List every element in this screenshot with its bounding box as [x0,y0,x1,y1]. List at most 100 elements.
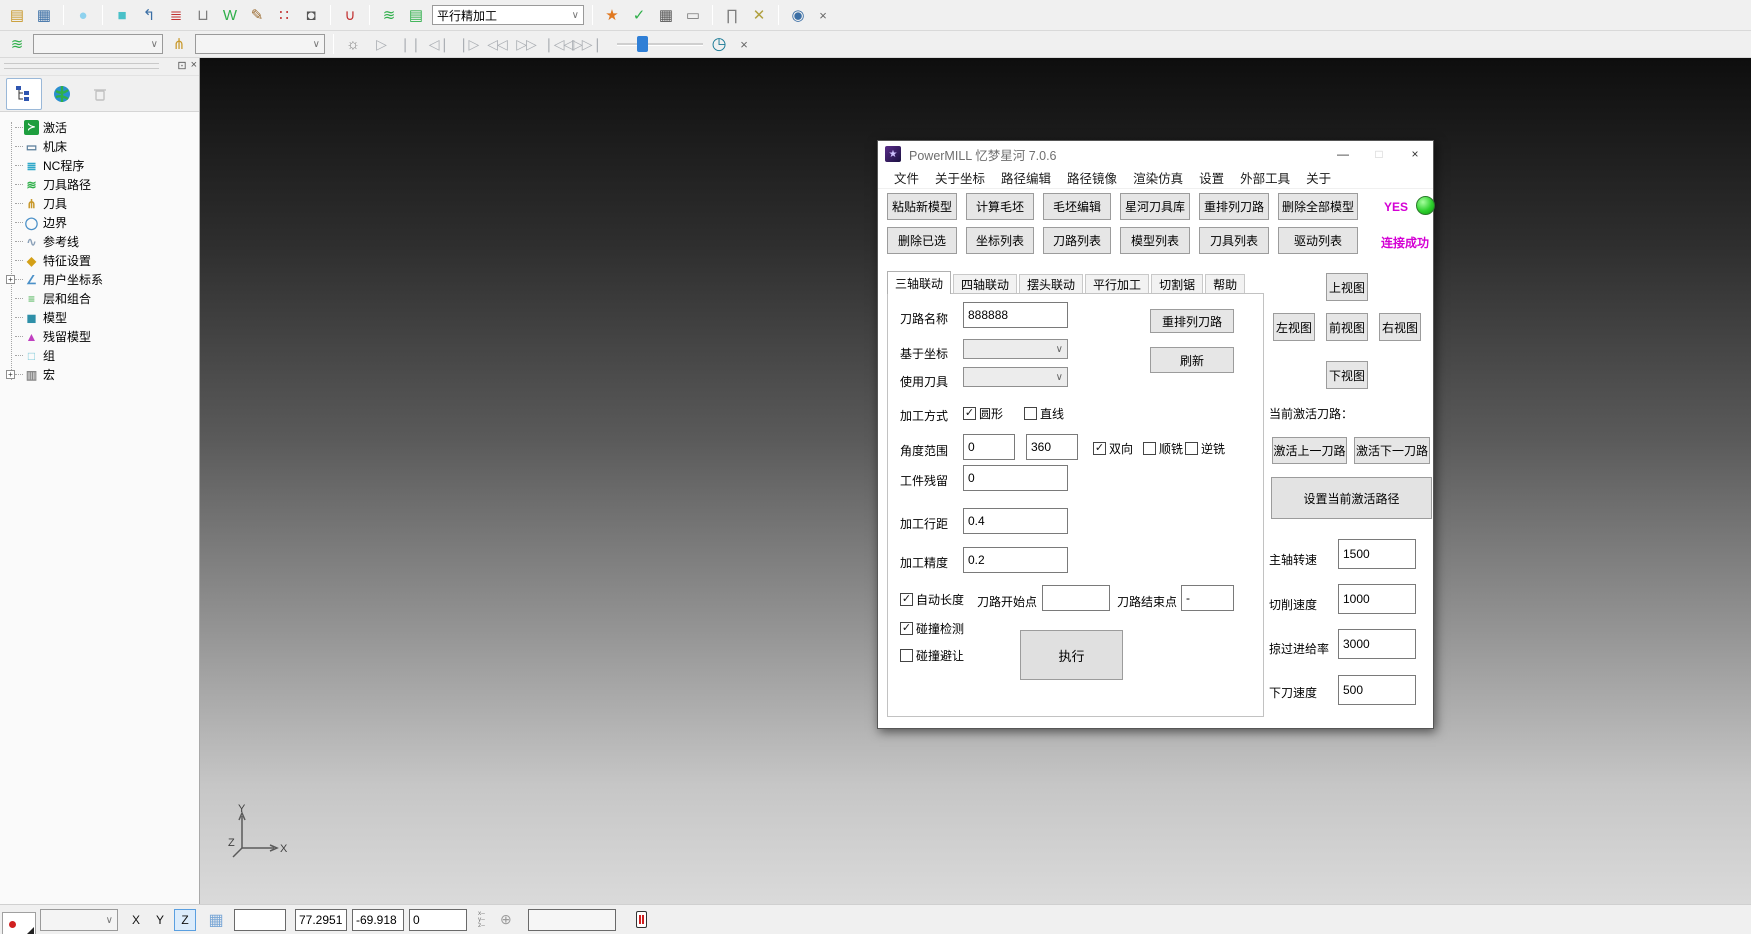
spindle-speed-input[interactable] [1338,539,1416,569]
toolholder-icon[interactable]: W [219,4,241,26]
machining-strategy-combo[interactable]: 平行精加工 ∨ [432,5,584,25]
block-icon[interactable]: ■ [111,4,133,26]
cursor-y-field[interactable]: -69.918 [352,909,404,931]
menu-about[interactable]: 关于 [1298,168,1339,187]
pause-icon[interactable]: ❘❘ [398,36,422,53]
save-icon[interactable]: ▦ [33,4,55,26]
bidirectional-checkbox[interactable]: ✓ 双向 [1093,440,1133,457]
ncprogram-lines-icon[interactable]: ≣ [165,4,187,26]
stock-remain-input[interactable] [963,465,1068,491]
toolpath-list-icon[interactable]: ▤ [405,4,427,26]
tree-item-toolpaths[interactable]: ≋ 刀具路径 [4,175,199,194]
tool-icon[interactable]: ⋔ [168,33,190,55]
expand-icon[interactable]: + [6,370,15,379]
close-panel-icon[interactable]: × [191,59,197,72]
model-list-button[interactable]: 模型列表 [1120,227,1190,254]
tolerance-input[interactable] [963,547,1068,573]
tool-ball-icon[interactable]: ⊔ [192,4,214,26]
clock-icon[interactable]: ◷ [708,33,730,55]
tree-item-machine[interactable]: ▭ 机床 [4,137,199,156]
activate-next-toolpath-button[interactable]: 激活下一刀路 [1354,437,1430,464]
slider-handle[interactable] [637,36,648,52]
calculator-icon[interactable]: ▦ [655,4,677,26]
tool-combo[interactable]: ∨ [195,34,325,54]
clipboard-icon[interactable] [636,911,647,928]
left-view-button[interactable]: 左视图 [1273,313,1315,341]
cutting-speed-input[interactable] [1338,584,1416,614]
toolpath-name-input[interactable] [963,302,1068,328]
cursor-x-field[interactable]: 77.2951 [295,909,347,931]
conventional-mill-checkbox[interactable]: 逆铣 [1185,440,1225,457]
toolpath-combo[interactable]: ∨ [33,34,163,54]
coord-base-combo[interactable]: ∨ [963,339,1068,359]
tree-item-boundaries[interactable]: ◯ 边界 [4,213,199,232]
cross-tools-icon[interactable]: ✕ [748,4,770,26]
axis-z-button[interactable]: Z [174,909,196,931]
angle-end-input[interactable] [1026,434,1078,460]
tab-4axis[interactable]: 四轴联动 [953,274,1017,294]
menu-render-sim[interactable]: 渲染仿真 [1125,168,1191,187]
rearrange-toolpaths-button[interactable]: 重排列刀路 [1199,193,1269,220]
toolbar-close-icon[interactable]: × [735,37,753,52]
menu-file[interactable]: 文件 [886,168,927,187]
tab-help[interactable]: 帮助 [1205,274,1245,294]
toolbar-close-icon[interactable]: × [814,8,832,23]
grid-snap-icon[interactable]: ▦ [204,909,228,931]
execute-button[interactable]: 执行 [1020,630,1123,680]
plunge-speed-input[interactable] [1338,675,1416,705]
tree-item-activate[interactable]: ≻ 激活 [4,118,199,137]
activate-prev-toolpath-button[interactable]: 激活上一刀路 [1272,437,1347,464]
step-forward-icon[interactable]: ❘▷ [456,36,480,53]
tree-item-levels-sets[interactable]: ≡ 层和组合 [4,289,199,308]
go-to-end-icon[interactable]: ▷▷❘ [572,36,596,53]
cylinders-icon[interactable]: ◉ [787,4,809,26]
menu-about-coords[interactable]: 关于坐标 [927,168,993,187]
tab-3axis[interactable]: 三轴联动 [887,271,951,294]
float-panel-icon[interactable]: ⊡ [177,59,186,72]
minimize-button[interactable]: — [1325,141,1361,167]
tab-explorer-tree[interactable] [6,78,42,110]
auto-length-checkbox[interactable]: ✓ 自动长度 [900,591,964,608]
bottom-view-button[interactable]: 下视图 [1326,361,1368,389]
tool-star-icon[interactable]: ★ [601,4,623,26]
tab-parallel[interactable]: 平行加工 [1085,274,1149,294]
menu-path-edit[interactable]: 路径编辑 [993,168,1059,187]
tool-list-button[interactable]: 刀具列表 [1199,227,1269,254]
stock-edit-button[interactable]: 毛坯编辑 [1043,193,1111,220]
tab-saw[interactable]: 切割锯 [1151,274,1203,294]
menu-path-mirror[interactable]: 路径镜像 [1059,168,1125,187]
workplane-combo[interactable]: ∨ [40,909,118,931]
menu-settings[interactable]: 设置 [1191,168,1232,187]
tree-item-macros[interactable]: + ▥ 宏 [4,365,199,384]
front-view-button[interactable]: 前视图 [1326,313,1368,341]
delete-all-models-button[interactable]: 删除全部模型 [1278,193,1358,220]
play-icon[interactable]: ▷ [369,36,393,53]
tree-item-stock-models[interactable]: ▲ 残留模型 [4,327,199,346]
drive-list-button[interactable]: 驱动列表 [1278,227,1358,254]
step-back-icon[interactable]: ◁❘ [427,36,451,53]
refresh-button[interactable]: 刷新 [1150,347,1234,373]
open-file-icon[interactable]: ▤ [6,4,28,26]
tool-pair-icon[interactable]: ∏ [721,4,743,26]
axis-y-button[interactable]: Y [150,909,170,931]
block-tool-icon[interactable]: ◘ [300,4,322,26]
tree-item-workplanes[interactable]: + ∠ 用户坐标系 [4,270,199,289]
coord-list-button[interactable]: 坐标列表 [966,227,1034,254]
compute-stock-button[interactable]: 计算毛坯 [966,193,1034,220]
simulation-speed-slider[interactable] [617,36,703,52]
tool-arc-icon[interactable]: ∪ [339,4,361,26]
set-active-path-button[interactable]: 设置当前激活路径 [1271,477,1432,519]
tab-explorer-world[interactable] [44,78,80,110]
lightbulb-icon[interactable]: ☼ [342,33,364,55]
paste-new-model-button[interactable]: 粘贴新模型 [887,193,957,220]
tool-check-icon[interactable]: ✓ [628,4,650,26]
tree-item-nc-programs[interactable]: ≣ NC程序 [4,156,199,175]
right-view-button[interactable]: 右视图 [1379,313,1421,341]
grid-size-field[interactable] [234,909,286,931]
axes-locator-icon[interactable]: ⊕ [500,911,512,928]
circular-checkbox[interactable]: ✓ 圆形 [963,405,1003,422]
toolpath-list-button[interactable]: 刀路列表 [1043,227,1111,254]
skim-feed-input[interactable] [1338,629,1416,659]
stepover-input[interactable] [963,508,1068,534]
edit-polyline-icon[interactable]: ✎ [246,4,268,26]
